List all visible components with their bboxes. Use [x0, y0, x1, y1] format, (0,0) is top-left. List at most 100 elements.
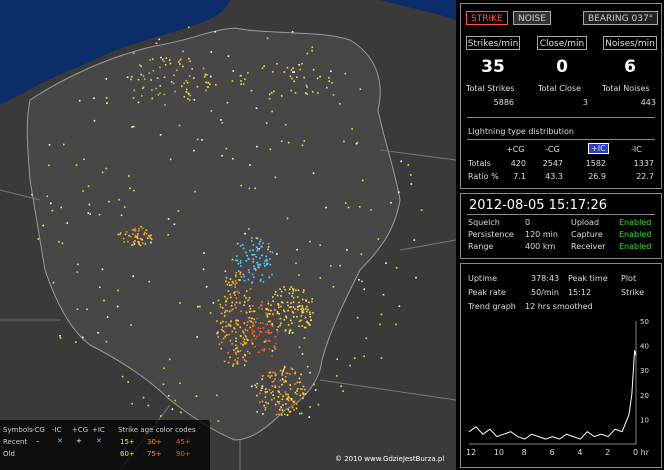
strike-marker — [259, 257, 261, 260]
strike-marker — [297, 289, 300, 292]
strike-marker — [239, 273, 241, 276]
strike-marker — [280, 295, 282, 297]
strike-marker — [278, 391, 280, 393]
strike-marker — [180, 58, 182, 61]
strike-marker — [259, 401, 261, 403]
strike-marker — [300, 308, 302, 310]
strike-marker — [247, 278, 250, 281]
strike-marker — [276, 331, 279, 333]
strike-marker — [284, 413, 286, 416]
strike-marker — [269, 263, 272, 266]
strike-marker — [268, 97, 271, 100]
strike-marker — [298, 325, 300, 327]
strike-marker — [106, 316, 109, 318]
tab-strike[interactable]: STRIKE — [466, 11, 508, 25]
strike-marker — [353, 357, 356, 359]
strike-marker — [244, 78, 246, 81]
strike-marker — [263, 340, 266, 343]
status-label: Persistence — [468, 230, 514, 239]
strike-marker — [235, 331, 237, 333]
strike-marker — [227, 352, 229, 354]
strike-marker — [344, 72, 347, 75]
strike-marker — [59, 337, 62, 339]
strike-marker — [274, 293, 276, 296]
strike-marker — [253, 335, 255, 337]
strike-marker — [271, 325, 274, 327]
strike-marker — [276, 63, 278, 65]
strike-marker — [293, 80, 295, 83]
strike-marker — [269, 250, 271, 253]
strike-marker — [210, 75, 212, 78]
dist-row-label: Ratio % — [468, 172, 499, 181]
strike-marker — [305, 300, 307, 302]
strike-marker — [181, 85, 183, 88]
strike-marker — [281, 372, 284, 375]
strike-marker — [290, 302, 292, 304]
strike-marker — [262, 327, 265, 329]
strike-marker — [230, 309, 233, 312]
strike-marker — [236, 362, 238, 364]
strike-marker — [250, 320, 253, 323]
strike-marker — [251, 273, 254, 276]
peak-time-label: Peak time — [568, 274, 608, 283]
status-value: 400 km — [525, 242, 556, 251]
strike-marker — [235, 344, 237, 347]
legend-age-code: 30+ — [147, 438, 162, 446]
dist-header-selected[interactable]: +IC — [588, 143, 609, 154]
strike-marker — [193, 149, 195, 152]
bearing-indicator[interactable]: BEARING 037° — [583, 11, 659, 25]
strike-marker — [133, 229, 136, 232]
strike-marker — [260, 331, 263, 333]
strike-marker — [395, 267, 398, 269]
strike-marker — [280, 322, 282, 325]
strike-marker — [290, 398, 293, 400]
strike-marker — [308, 416, 311, 418]
strike-marker — [118, 198, 120, 201]
strike-marker — [413, 239, 416, 241]
tab-noise[interactable]: NOISE — [513, 11, 551, 25]
strike-marker — [251, 305, 254, 307]
strike-marker — [400, 160, 402, 163]
strike-marker — [216, 320, 218, 322]
strike-marker — [259, 327, 261, 330]
strike-marker — [228, 310, 231, 313]
strike-marker — [309, 371, 311, 374]
noises-per-min-value: 6 — [624, 57, 636, 77]
strike-marker — [395, 323, 397, 326]
strike-marker — [301, 325, 304, 327]
strike-marker — [217, 331, 219, 333]
strike-marker — [331, 82, 333, 84]
strike-marker — [261, 67, 264, 69]
strike-marker — [143, 78, 146, 81]
x-tick-label: 2 — [605, 448, 610, 457]
strike-marker — [297, 305, 299, 308]
plot-value[interactable]: Strike — [621, 288, 644, 297]
strike-marker — [256, 145, 258, 148]
strike-marker — [204, 73, 207, 76]
strike-marker — [228, 333, 230, 336]
strike-marker — [336, 375, 338, 377]
strike-marker — [286, 397, 289, 400]
strike-marker — [235, 322, 238, 324]
strike-marker — [363, 288, 366, 291]
strike-marker — [281, 374, 283, 376]
total-close-label: Total Close — [538, 84, 582, 93]
strike-marker — [203, 252, 205, 254]
strike-marker — [268, 340, 271, 342]
strike-marker — [262, 413, 264, 415]
strike-marker — [301, 353, 304, 355]
legend-age-code: 45+ — [176, 438, 191, 446]
strike-marker — [234, 359, 237, 361]
strike-marker — [223, 315, 226, 317]
strike-marker — [281, 414, 283, 416]
strike-marker — [271, 110, 273, 113]
strike-marker — [370, 209, 372, 211]
strike-marker — [267, 300, 269, 303]
strike-marker — [287, 304, 289, 307]
strike-marker — [121, 375, 124, 378]
strike-marker — [132, 233, 134, 235]
strike-marker — [169, 158, 172, 161]
strike-marker — [159, 85, 162, 87]
lightning-map[interactable]: Symbols -CG -IC +CG +IC Strike age color… — [0, 0, 456, 470]
strike-marker — [75, 341, 77, 343]
